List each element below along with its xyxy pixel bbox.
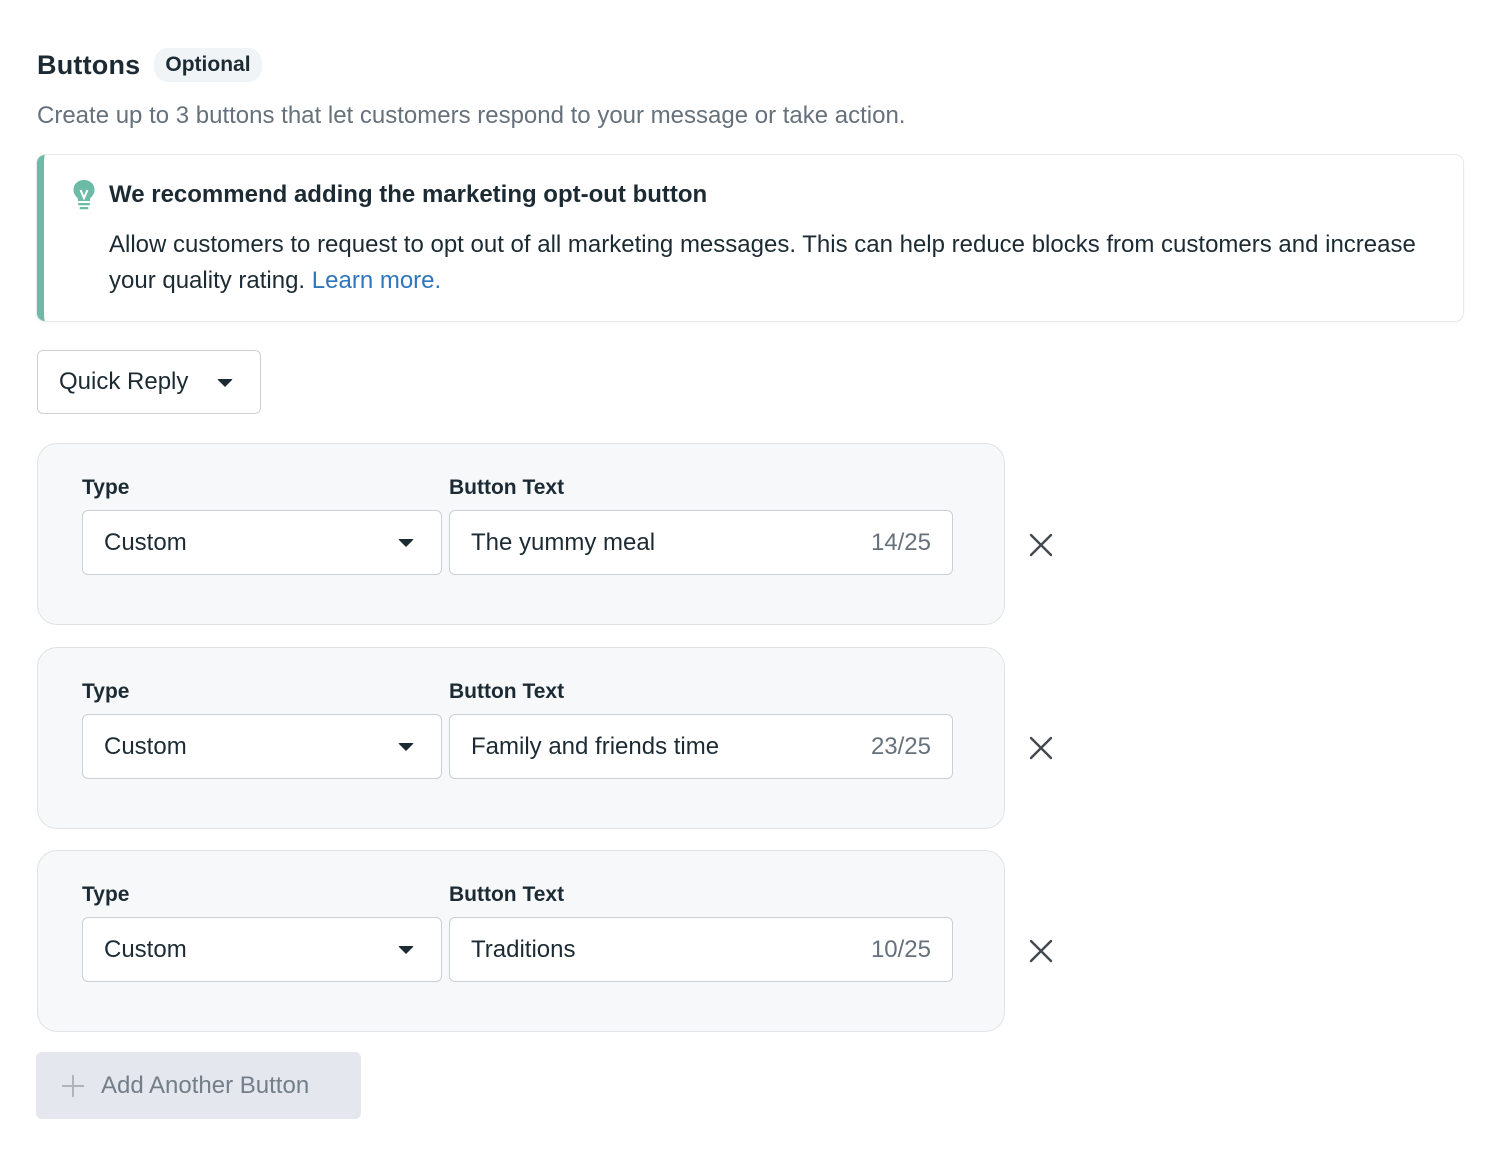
type-label: Type (82, 680, 130, 703)
recommendation-banner: We recommend adding the marketing opt-ou… (37, 155, 1463, 321)
banner-body-text: Allow customers to request to opt out of… (109, 231, 1416, 294)
buttons-section: Buttons Optional Create up to 3 buttons … (0, 0, 1488, 1160)
remove-button[interactable] (1022, 526, 1060, 564)
button-text-value: Traditions (471, 935, 576, 963)
button-text-value: Family and friends time (471, 732, 720, 760)
button-card: Type Button Text Custom The yummy meal 1… (37, 443, 1005, 625)
remove-button[interactable] (1022, 729, 1060, 767)
button-category-dropdown[interactable]: Quick Reply (37, 350, 261, 414)
button-card: Type Button Text Custom Family and frien… (37, 647, 1005, 829)
button-text-label: Button Text (449, 883, 565, 906)
type-select[interactable]: Custom (82, 510, 442, 575)
button-card: Type Button Text Custom Traditions 10/25 (37, 850, 1005, 1032)
button-text-input[interactable]: The yummy meal 14/25 (449, 510, 953, 575)
button-category-value: Quick Reply (59, 368, 189, 395)
button-text-label: Button Text (449, 680, 565, 703)
section-header: Buttons Optional (37, 48, 262, 82)
button-text-label: Button Text (449, 476, 565, 499)
type-select-value: Custom (104, 732, 187, 760)
banner-title: We recommend adding the marketing opt-ou… (109, 181, 708, 208)
lightbulb-icon (72, 179, 96, 211)
remove-button[interactable] (1022, 932, 1060, 970)
caret-down-icon (398, 946, 414, 954)
banner-body: Allow customers to request to opt out of… (109, 227, 1449, 299)
section-title: Buttons (37, 49, 141, 80)
char-count: 14/25 (870, 528, 931, 556)
close-icon (1029, 533, 1053, 557)
optional-badge: Optional (154, 48, 262, 82)
type-select-value: Custom (104, 528, 187, 556)
learn-more-link[interactable]: Learn more. (312, 267, 441, 294)
caret-down-icon (398, 743, 414, 751)
close-icon (1029, 939, 1053, 963)
button-text-input[interactable]: Family and friends time 23/25 (449, 714, 953, 779)
button-text-input[interactable]: Traditions 10/25 (449, 917, 953, 982)
char-count: 10/25 (870, 935, 931, 963)
caret-down-icon (217, 379, 233, 387)
plus-icon (62, 1074, 84, 1097)
add-another-button[interactable]: Add Another Button (36, 1052, 361, 1119)
type-select[interactable]: Custom (82, 917, 442, 982)
char-count: 23/25 (870, 732, 931, 760)
type-select-value: Custom (104, 935, 187, 963)
type-label: Type (82, 883, 130, 906)
type-label: Type (82, 476, 130, 499)
button-text-value: The yummy meal (471, 528, 656, 556)
add-another-button-label: Add Another Button (101, 1071, 310, 1099)
close-icon (1029, 736, 1053, 760)
caret-down-icon (398, 539, 414, 547)
type-select[interactable]: Custom (82, 714, 442, 779)
section-description: Create up to 3 buttons that let customer… (37, 102, 906, 129)
